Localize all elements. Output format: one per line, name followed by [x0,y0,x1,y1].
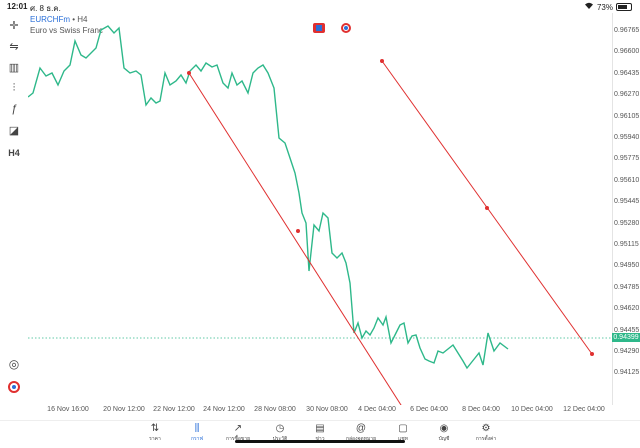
trendline-1 [188,72,402,405]
price-label: 0.95940 [614,134,640,141]
time-label: 30 Nov 08:00 [306,406,348,413]
home-indicator [235,440,405,443]
time-label: 4 Dec 04:00 [358,406,396,413]
bottom-tab-bar: ⇅ ราคา ⫼ กราฟ ↗ การซื้อขาย ◷ ประวัติ ▤ ข่าว @ กล่อง… [0,420,640,448]
status-right: 73% [584,2,632,12]
price-label: 0.95115 [614,241,639,248]
trendline-1-handle [187,71,191,75]
chart-icon: ⫼ [194,423,200,434]
price-label: 0.96600 [614,48,640,56]
tab-label: ราคา [149,436,161,442]
one-click-trading-icon[interactable]: ◎ [6,356,22,372]
tab-price[interactable]: ⇅ ราคา [135,423,175,443]
trendline-2-handle [485,206,489,210]
price-label: 0.95280 [614,219,640,227]
crosshair-icon[interactable]: ✛ [6,17,22,33]
tab-account[interactable]: ◉ บัญชี [424,423,464,443]
price-label: 0.96435 [614,69,640,77]
chart-area[interactable]: EURCHFm • H4 Euro vs Swiss Franc [28,13,613,405]
trendline-2-handle [380,59,384,63]
mail-icon: @ [355,423,367,434]
wifi-icon [584,2,594,12]
quick-trade-icon[interactable] [340,20,352,38]
price-label: 0.96270 [614,91,640,99]
time-label: 12 Dec 04:00 [563,406,605,413]
price-label: 0.94125 [614,369,640,377]
time-label: 8 Dec 04:00 [462,406,500,413]
price-plot[interactable] [28,13,612,405]
status-bar: 12:01 ศ. 8 ธ.ค. 73% [0,0,640,13]
price-label: 0.94620 [614,305,640,313]
current-price-badge: 0.94399 [612,333,640,342]
price-icon: ⇅ [150,423,160,434]
time-label: 24 Nov 12:00 [203,406,245,413]
settings-icon: ⚙ [481,423,491,434]
clock: 12:01 [7,2,28,11]
time-label: 20 Nov 12:00 [103,406,145,413]
trendline-1-handle [296,229,300,233]
price-axis: 0.96765 0.96600 0.96435 0.96270 0.96105 0.959… [612,13,640,405]
price-label: 0.94290 [614,348,640,355]
news-icon: ▤ [315,423,325,434]
account-icon: ◉ [439,423,449,434]
price-label: 0.95610 [614,176,640,184]
app-logo-icon[interactable] [6,379,22,395]
time-label: 10 Dec 04:00 [511,406,553,413]
trade-icon: ↗ [233,423,243,434]
tab-label: กราฟ [190,436,204,442]
tab-label: บัญชี [438,436,450,442]
price-label: 0.96105 [614,112,640,120]
price-label: 0.96765 [614,27,640,34]
price-label: 0.95445 [614,198,640,206]
battery-percent: 73% [596,2,613,12]
time-label: 6 Dec 04:00 [410,406,448,413]
trendline-2-handle [590,352,594,356]
price-label: 0.95775 [614,155,640,163]
indicators-icon[interactable]: ⇋ [6,38,22,54]
price-label: 0.94785 [614,283,640,291]
function-icon[interactable]: ƒ [6,101,22,117]
price-label: 0.94950 [614,262,640,270]
chart-type-icon[interactable] [313,20,325,38]
tab-label: การตั้งค่า [475,436,497,442]
left-toolbar: ✛ ⇋ ▥ ⫶ ƒ ◪ H4 ◎ [0,13,28,405]
timeframe-button[interactable]: H4 [6,145,22,161]
time-label: 22 Nov 12:00 [153,406,195,413]
settings-sliders-icon[interactable]: ⫶ [6,80,22,96]
bar-chart-icon[interactable]: ▥ [6,59,22,75]
time-label: 16 Nov 16:00 [47,406,89,413]
time-label: 28 Nov 08:00 [254,406,296,413]
tab-chart[interactable]: ⫼ กราฟ [177,423,217,443]
time-axis: 16 Nov 16:00 20 Nov 12:00 22 Nov 12:00 24 N… [28,405,612,417]
shapes-icon[interactable]: ◪ [6,122,22,138]
history-icon: ◷ [275,423,285,434]
tab-settings[interactable]: ⚙ การตั้งค่า [466,423,506,443]
battery-icon [616,3,632,11]
chat-icon: ▢ [398,423,408,434]
